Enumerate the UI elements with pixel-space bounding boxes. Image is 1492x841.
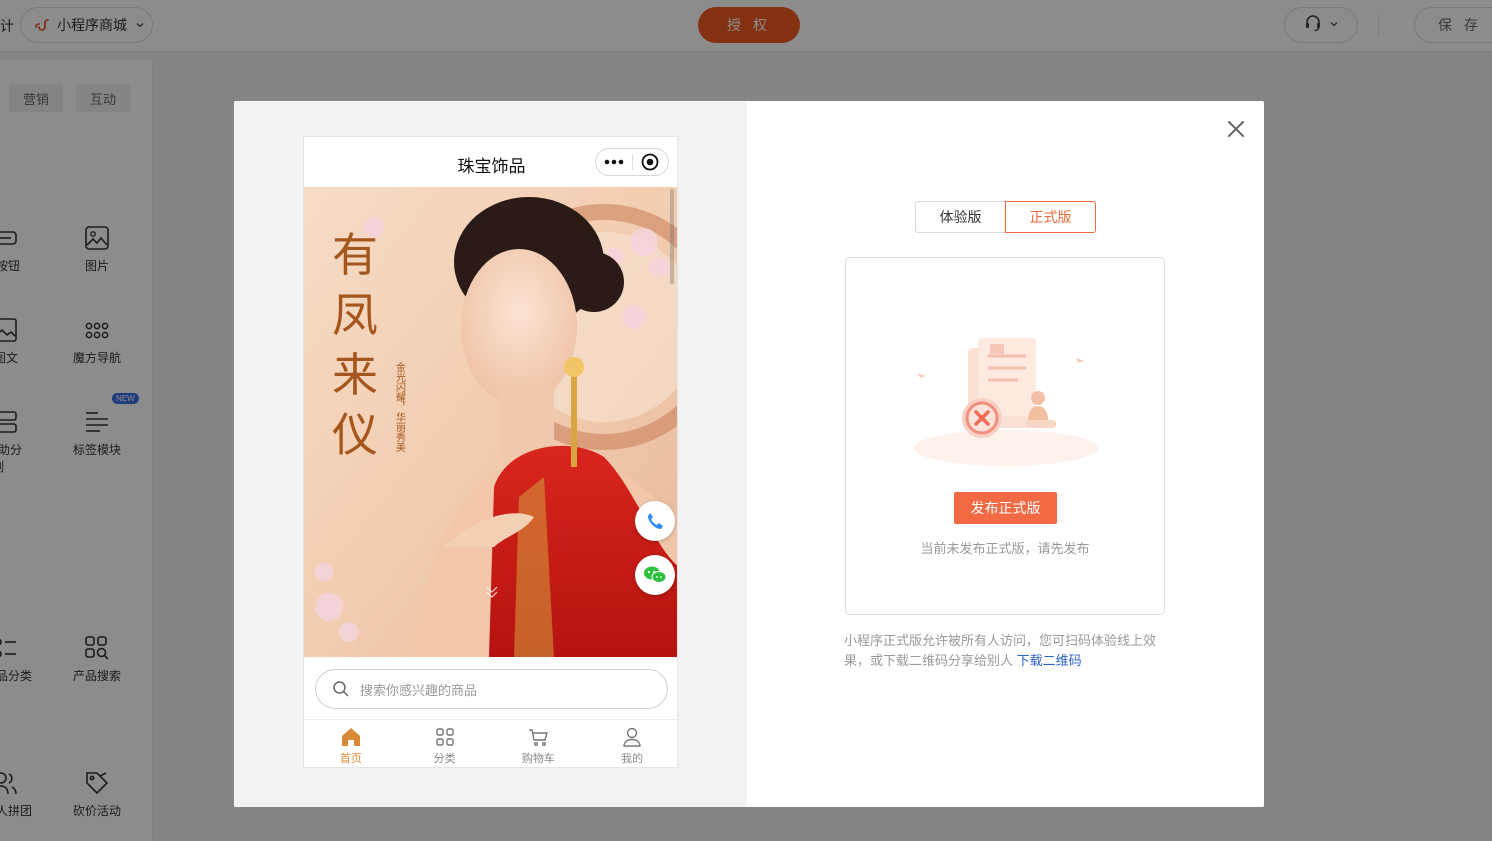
search-icon [332, 680, 350, 698]
close-icon[interactable] [1226, 119, 1246, 139]
release-description: 小程序正式版允许被所有人访问，您可扫码体验线上效果，或下载二维码分享给别人 下载… [844, 631, 1166, 671]
banner-headline-char: 凤 [332, 288, 378, 342]
miniprogram-capsule [595, 148, 669, 176]
close-miniprogram-icon[interactable] [633, 149, 668, 175]
wechat-button[interactable] [635, 555, 675, 595]
publish-dialog: 珠宝饰品 有 凤 来 仪 金光闪耀，华丽秀美 搜索你感兴趣的商品 首页 分类 购… [234, 101, 1264, 807]
not-published-tip: 当前未发布正式版，请先发布 [920, 541, 1090, 556]
bottom-tab-bar: 首页 分类 购物车 我的 [304, 719, 677, 767]
cart-icon [527, 726, 549, 748]
banner-headline-char: 仪 [332, 408, 378, 462]
wechat-icon [644, 566, 667, 583]
tab-label: 首页 [339, 753, 362, 765]
release-description-text: 小程序正式版允许被所有人访问，您可扫码体验线上效果，或下载二维码分享给别人 [844, 633, 1157, 668]
tab-profile[interactable]: 我的 [585, 720, 677, 767]
tab-label: 我的 [621, 753, 644, 765]
banner-subline: 金光闪耀，华丽秀美 [394, 361, 406, 453]
qr-code-area: 发布正式版 当前未发布正式版，请先发布 [845, 257, 1165, 615]
banner-scrollbar[interactable] [670, 189, 674, 284]
phone-nav-bar: 珠宝饰品 [304, 137, 677, 187]
preview-panel: 珠宝饰品 有 凤 来 仪 金光闪耀，华丽秀美 搜索你感兴趣的商品 首页 分类 购… [234, 101, 747, 807]
tab-home[interactable]: 首页 [304, 720, 398, 767]
phone-call-button[interactable] [635, 501, 675, 541]
hero-banner[interactable]: 有 凤 来 仪 金光闪耀，华丽秀美 [304, 187, 677, 657]
phone-preview: 珠宝饰品 有 凤 来 仪 金光闪耀，华丽秀美 搜索你感兴趣的商品 首页 分类 购… [303, 136, 678, 768]
more-icon[interactable] [596, 149, 632, 175]
version-segmented-control: 体验版 正式版 [915, 201, 1096, 233]
trial-version-tab[interactable]: 体验版 [915, 201, 1005, 233]
tab-category[interactable]: 分类 [398, 720, 492, 767]
user-icon [621, 726, 643, 748]
search-input[interactable]: 搜索你感兴趣的商品 [315, 669, 668, 709]
tab-label: 分类 [433, 753, 456, 765]
home-icon [340, 726, 362, 748]
search-placeholder: 搜索你感兴趣的商品 [360, 682, 478, 698]
release-version-tab[interactable]: 正式版 [1005, 201, 1096, 233]
tab-cart[interactable]: 购物车 [492, 720, 586, 767]
phone-icon [648, 513, 663, 529]
not-published-illustration [914, 338, 1098, 466]
banner-headline-char: 来 [332, 348, 378, 402]
publish-release-button[interactable]: 发布正式版 [954, 492, 1057, 524]
grid-icon [434, 726, 456, 748]
publish-panel: 体验版 正式版 发布正式版 当前未发布正式版，请先发布 小程序正式版允许被所有人… [747, 101, 1264, 807]
tab-label: 购物车 [521, 753, 555, 765]
download-qr-link[interactable]: 下载二维码 [1017, 653, 1082, 668]
banner-headline-char: 有 [332, 228, 378, 282]
